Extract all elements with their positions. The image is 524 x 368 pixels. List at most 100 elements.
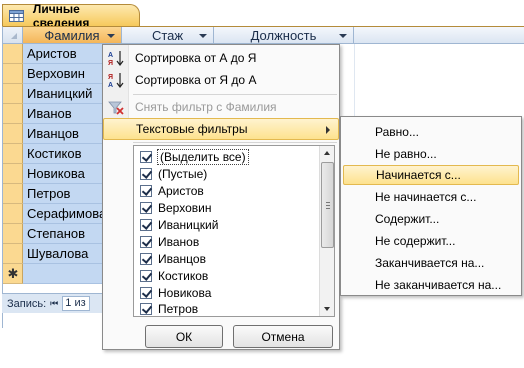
svg-text:А: А xyxy=(108,52,113,59)
filter-value-item[interactable]: Верховин xyxy=(140,200,211,216)
record-selector[interactable] xyxy=(3,84,23,104)
record-selector[interactable] xyxy=(3,64,23,84)
scroll-up-icon[interactable] xyxy=(321,147,334,160)
svg-text:Я: Я xyxy=(108,74,113,81)
column-header-label: Фамилия xyxy=(44,27,100,43)
clear-filter-label: Снять фильтр с Фамилия xyxy=(135,100,277,114)
column-header-label: Должность xyxy=(250,27,317,43)
record-selector[interactable] xyxy=(3,224,23,244)
filter-value-item[interactable]: Костиков xyxy=(140,268,208,284)
svg-text:А: А xyxy=(108,82,113,88)
text-filter-option-label: Не начинается с... xyxy=(375,190,477,204)
filter-value-label: Аристов xyxy=(158,184,204,198)
column-header-position[interactable]: Должность xyxy=(214,27,354,44)
dropdown-arrow-icon[interactable] xyxy=(339,34,347,38)
dropdown-arrow-icon[interactable] xyxy=(199,34,207,38)
filter-value-label: Иванцов xyxy=(158,252,206,266)
record-selector[interactable] xyxy=(3,184,23,204)
menu-separator xyxy=(133,94,337,95)
filter-value-item[interactable]: Иванцов xyxy=(140,251,206,267)
record-selector[interactable] xyxy=(3,244,23,264)
text-filter-option-label: Не содержит... xyxy=(375,234,456,248)
sort-ascending-icon: А Я xyxy=(108,51,124,66)
text-filter-option-label: Содержит... xyxy=(375,212,440,226)
text-filter-option[interactable]: Начинается с... xyxy=(343,165,519,185)
checkbox[interactable] xyxy=(140,219,152,231)
text-filters-label: Текстовые фильтры xyxy=(136,122,248,136)
record-label: Запись: xyxy=(7,297,47,310)
record-navigation-bar: Запись: ⏮ 1 из xyxy=(2,293,106,313)
first-record-icon[interactable]: ⏮ xyxy=(50,298,58,309)
record-selector[interactable] xyxy=(3,44,23,64)
column-header-surname[interactable]: Фамилия xyxy=(23,27,122,44)
table-icon xyxy=(9,9,24,22)
submenu-arrow-icon xyxy=(326,126,330,134)
filter-value-label: Иванов xyxy=(158,235,200,249)
text-filter-option[interactable]: Равно... xyxy=(343,122,519,142)
svg-text:Я: Я xyxy=(108,60,113,66)
filter-value-item[interactable]: Новикова xyxy=(140,285,211,301)
document-tab[interactable]: Личные сведения xyxy=(2,2,140,30)
filter-value-item[interactable]: Аристов xyxy=(140,183,204,199)
text-filters-submenu: Равно... Не равно... Начинается с... Не … xyxy=(340,116,522,296)
text-filter-option[interactable]: Не начинается с... xyxy=(343,187,519,207)
checkbox[interactable] xyxy=(140,270,152,282)
column-filter-menu: А Я Сортировка от А до Я Я А Сортировка … xyxy=(102,44,340,350)
sort-descending-item[interactable]: Я А Сортировка от Я до А xyxy=(103,69,339,91)
filter-value-list[interactable]: (Выделить все) (Пустые) Аристов Верховин… xyxy=(133,145,335,317)
filter-value-label: Иваницкий xyxy=(158,218,219,232)
text-filter-option-label: Заканчивается на... xyxy=(375,256,485,270)
text-filter-option-label: Не заканчивается на... xyxy=(375,278,502,292)
checkbox[interactable] xyxy=(140,236,152,248)
value-list-scrollbar[interactable] xyxy=(319,146,334,316)
filter-value-label: Петров xyxy=(158,302,199,316)
sort-descending-label: Сортировка от Я до А xyxy=(135,73,257,87)
filter-value-label: Верховин xyxy=(158,201,212,215)
checkbox[interactable] xyxy=(140,185,152,197)
checkbox[interactable] xyxy=(140,287,152,299)
record-selector[interactable] xyxy=(3,204,23,224)
sort-ascending-item[interactable]: А Я Сортировка от А до Я xyxy=(103,47,339,69)
text-filter-option-label: Начинается с... xyxy=(376,168,461,182)
checkbox[interactable] xyxy=(140,202,152,214)
record-selector[interactable] xyxy=(3,124,23,144)
clear-filter-icon xyxy=(108,101,124,115)
filter-value-label: (Выделить все) xyxy=(157,149,249,165)
filter-value-item[interactable]: Иваницкий xyxy=(140,217,218,233)
column-header-label: Стаж xyxy=(151,27,184,43)
filter-value-item[interactable]: (Выделить все) xyxy=(140,149,249,165)
clear-filter-item: Снять фильтр с Фамилия xyxy=(103,96,339,118)
checkbox[interactable] xyxy=(140,303,152,315)
dropdown-arrow-icon[interactable] xyxy=(107,34,115,38)
new-record-icon[interactable]: ✱ xyxy=(3,264,23,284)
text-filter-option[interactable]: Содержит... xyxy=(343,209,519,229)
record-selector[interactable] xyxy=(3,164,23,184)
text-filter-option[interactable]: Заканчивается на... xyxy=(343,253,519,273)
scroll-grip-icon xyxy=(326,202,330,209)
column-header-empty xyxy=(354,27,524,44)
text-filters-item[interactable]: Текстовые фильтры xyxy=(103,118,339,140)
select-all-corner[interactable] xyxy=(3,27,23,44)
sort-ascending-label: Сортировка от А до Я xyxy=(135,51,257,65)
text-filter-option-label: Равно... xyxy=(375,125,419,139)
record-selector[interactable] xyxy=(3,104,23,124)
checkbox[interactable] xyxy=(140,253,152,265)
record-selector[interactable] xyxy=(3,144,23,164)
scroll-thumb[interactable] xyxy=(321,162,334,248)
menu-separator xyxy=(133,142,337,143)
text-filter-option[interactable]: Не равно... xyxy=(343,144,519,164)
filter-value-item[interactable]: Петров xyxy=(140,302,198,316)
cancel-button[interactable]: Отмена xyxy=(233,325,333,348)
text-filter-option[interactable]: Не заканчивается на... xyxy=(343,275,519,295)
checkbox[interactable] xyxy=(140,168,152,180)
scroll-down-icon[interactable] xyxy=(321,302,334,315)
column-header-experience[interactable]: Стаж xyxy=(122,27,214,44)
checkbox[interactable] xyxy=(140,151,152,163)
filter-value-label: Новикова xyxy=(158,286,212,300)
current-record-field[interactable]: 1 из xyxy=(62,296,91,311)
ok-button[interactable]: ОК xyxy=(145,325,223,348)
filter-value-item[interactable]: (Пустые) xyxy=(140,166,207,182)
text-filter-option[interactable]: Не содержит... xyxy=(343,231,519,251)
filter-value-item[interactable]: Иванов xyxy=(140,234,199,250)
filter-value-label: (Пустые) xyxy=(158,167,208,181)
